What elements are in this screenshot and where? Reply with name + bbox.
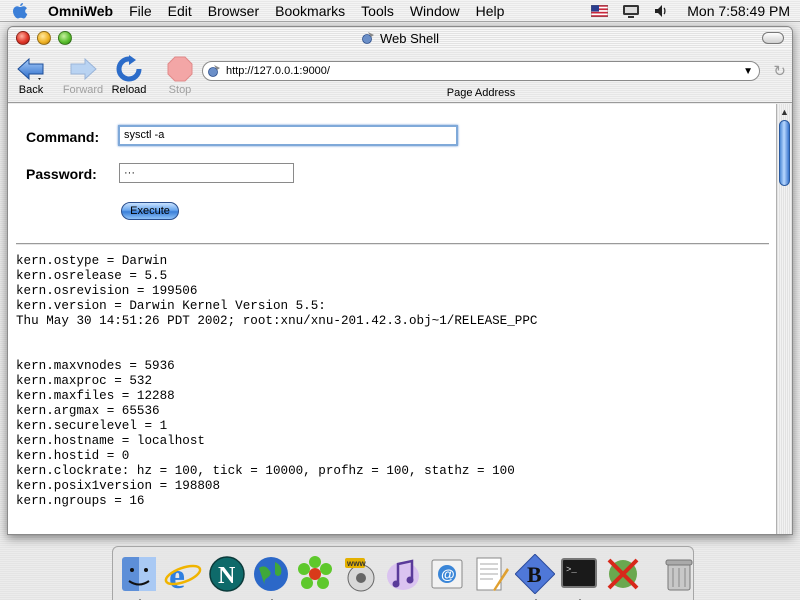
password-label: Password: xyxy=(26,166,97,182)
internet-explorer-icon[interactable]: e xyxy=(163,553,203,595)
us-flag-icon[interactable] xyxy=(591,5,609,17)
stop-button[interactable]: Stop xyxy=(157,54,203,97)
address-bar[interactable]: http://127.0.0.1:9000/ ▼ xyxy=(202,61,760,81)
address-dropdown-icon[interactable]: ▼ xyxy=(743,66,753,77)
itunes-icon[interactable] xyxy=(383,553,423,595)
mail-icon[interactable]: @ xyxy=(427,553,467,595)
netscape-icon[interactable]: N xyxy=(207,553,247,595)
terminal-icon[interactable]: >_ xyxy=(559,553,599,600)
reload-label: Reload xyxy=(111,84,147,96)
textedit-icon[interactable] xyxy=(471,553,511,595)
page-content: Command: sysctl -a Password: ··· Execute… xyxy=(8,104,778,534)
svg-text:www: www xyxy=(346,559,366,568)
address-input[interactable]: http://127.0.0.1:9000/ xyxy=(226,65,743,77)
svg-text:@: @ xyxy=(441,566,455,582)
back-button[interactable]: Back xyxy=(8,54,54,97)
svg-text:N: N xyxy=(218,563,236,589)
stop-sign-icon xyxy=(167,56,193,82)
command-input[interactable]: sysctl -a xyxy=(118,125,458,146)
classic-disabled-icon[interactable] xyxy=(603,553,643,595)
command-label: Command: xyxy=(26,129,100,145)
menu-tools[interactable]: Tools xyxy=(353,0,402,22)
toolbar-toggle-button[interactable] xyxy=(762,32,784,44)
zoom-window-button[interactable] xyxy=(58,31,72,45)
title-bar[interactable]: Web Shell xyxy=(8,27,792,49)
svg-text:>_: >_ xyxy=(566,565,577,575)
page-icon xyxy=(208,65,220,77)
browser-window: Web Shell Back Forward Reload Stop http:… xyxy=(7,26,793,535)
svg-text:B: B xyxy=(527,562,542,587)
window-title: Web Shell xyxy=(379,30,439,46)
horizontal-rule xyxy=(16,243,769,245)
document-proxy-icon[interactable] xyxy=(361,31,375,45)
menu-file[interactable]: File xyxy=(121,0,160,22)
icq-icon[interactable] xyxy=(295,553,335,595)
forward-button[interactable]: Forward xyxy=(60,54,106,97)
menu-bookmarks[interactable]: Bookmarks xyxy=(267,0,353,22)
menu-help[interactable]: Help xyxy=(468,0,513,22)
menu-app-name[interactable]: OmniWeb xyxy=(40,0,121,22)
trash-icon[interactable] xyxy=(659,553,699,595)
menu-edit[interactable]: Edit xyxy=(160,0,200,22)
apple-menu[interactable] xyxy=(0,0,40,22)
finder-icon[interactable] xyxy=(119,553,159,600)
reload-button[interactable]: Reload xyxy=(106,54,152,97)
execute-button[interactable]: Execute xyxy=(121,202,179,220)
menu-bar: OmniWeb File Edit Browser Bookmarks Tool… xyxy=(0,0,800,22)
reload-icon xyxy=(116,55,142,82)
dock: e N www @ B >_ xyxy=(112,546,694,600)
toolbar: Back Forward Reload Stop http://127.0.0.… xyxy=(8,49,792,103)
address-caption: Page Address xyxy=(446,87,516,99)
password-input[interactable]: ··· xyxy=(119,163,294,183)
volume-icon[interactable] xyxy=(654,4,670,18)
minimize-window-button[interactable] xyxy=(37,31,51,45)
network-globe-icon[interactable] xyxy=(251,553,291,600)
forward-label: Forward xyxy=(62,84,104,96)
activity-indicator-icon: ↻ xyxy=(773,63,786,80)
forward-arrow-icon xyxy=(70,57,97,81)
menu-clock[interactable]: Mon 7:58:49 PM xyxy=(677,3,800,19)
stop-label: Stop xyxy=(168,84,192,96)
svg-text:e: e xyxy=(169,556,185,594)
back-label: Back xyxy=(18,84,44,96)
display-icon[interactable] xyxy=(622,4,640,19)
command-output: kern.ostype = Darwin kern.osrelease = 5.… xyxy=(16,254,538,508)
vertical-scrollbar[interactable]: ▲ xyxy=(776,104,792,534)
menu-browser[interactable]: Browser xyxy=(200,0,267,22)
www-app-icon[interactable]: www xyxy=(339,553,379,595)
scroll-thumb[interactable] xyxy=(779,120,790,186)
scroll-up-arrow-icon[interactable]: ▲ xyxy=(780,107,789,117)
bbedit-icon[interactable]: B xyxy=(515,553,555,600)
back-arrow-icon xyxy=(17,57,44,81)
close-window-button[interactable] xyxy=(16,31,30,45)
menu-window[interactable]: Window xyxy=(402,0,468,22)
apple-icon xyxy=(13,2,28,18)
